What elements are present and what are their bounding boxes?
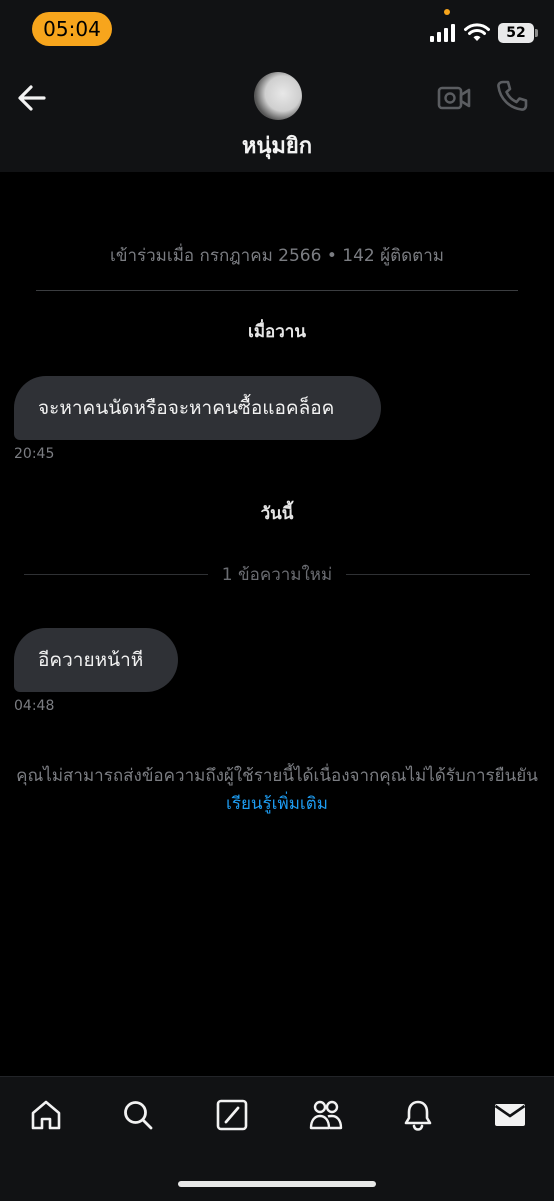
video-camera-icon	[437, 86, 471, 110]
message-bubble[interactable]: อีควายหน้าหี	[14, 628, 178, 692]
phone-icon	[497, 80, 528, 111]
message-timestamp: 20:45	[14, 446, 55, 462]
avatar[interactable]	[254, 72, 302, 120]
video-call-button[interactable]	[436, 80, 472, 116]
divider-line	[346, 573, 530, 575]
battery-icon: 52	[498, 23, 538, 43]
nav-home[interactable]	[26, 1095, 66, 1135]
bottom-navigation	[0, 1076, 554, 1201]
signal-icon	[430, 24, 455, 42]
date-separator-today: วันนี้	[260, 504, 294, 524]
contact-name[interactable]: หนุ่มยิก	[0, 128, 554, 163]
cannot-message-notice: คุณไม่สามารถส่งข้อความถึงผู้ใช้รายนี้ได้…	[14, 762, 540, 818]
message-text: จะหาคนนัดหรือจะหาคนซื้อแอคล็อค	[38, 397, 335, 419]
nav-search[interactable]	[118, 1095, 158, 1135]
divider-line	[24, 573, 208, 575]
new-messages-divider: 1 ข้อความใหม่	[24, 560, 530, 588]
new-messages-label: 1 ข้อความใหม่	[221, 564, 333, 585]
voice-call-button[interactable]	[494, 78, 530, 114]
nav-communities[interactable]	[306, 1095, 346, 1135]
status-time: 05:04	[32, 12, 112, 46]
search-icon	[124, 1101, 153, 1130]
back-arrow-icon	[18, 85, 46, 111]
battery-level: 52	[506, 25, 526, 41]
nav-compose[interactable]	[212, 1095, 252, 1135]
date-separator-yesterday: เมื่อวาน	[248, 322, 306, 342]
message-timestamp: 04:48	[14, 698, 55, 714]
back-button[interactable]	[14, 80, 50, 116]
learn-more-link[interactable]: เรียนรู้เพิ่มเติม	[226, 794, 328, 814]
nav-notifications[interactable]	[398, 1095, 438, 1135]
status-icons: 52	[430, 18, 538, 48]
message-text: อีควายหน้าหี	[38, 649, 144, 671]
profile-join-info: เข้าร่วมเมื่อ กรกฎาคม 2566 • 142 ผู้ติดต…	[110, 246, 444, 266]
compose-icon	[216, 1099, 248, 1131]
home-indicator	[178, 1181, 376, 1187]
wifi-icon	[464, 23, 490, 41]
notice-text: คุณไม่สามารถส่งข้อความถึงผู้ใช้รายนี้ได้…	[16, 766, 538, 786]
home-icon	[31, 1100, 61, 1130]
mail-icon	[494, 1104, 526, 1126]
bell-icon	[404, 1100, 432, 1131]
communities-icon	[309, 1100, 343, 1130]
message-bubble[interactable]: จะหาคนนัดหรือจะหาคนซื้อแอคล็อค	[14, 376, 381, 440]
nav-messages[interactable]	[490, 1095, 530, 1135]
divider	[36, 290, 518, 291]
privacy-indicator	[444, 9, 450, 15]
top-bar: 05:04 52 หนุ่มยิก	[0, 0, 554, 172]
